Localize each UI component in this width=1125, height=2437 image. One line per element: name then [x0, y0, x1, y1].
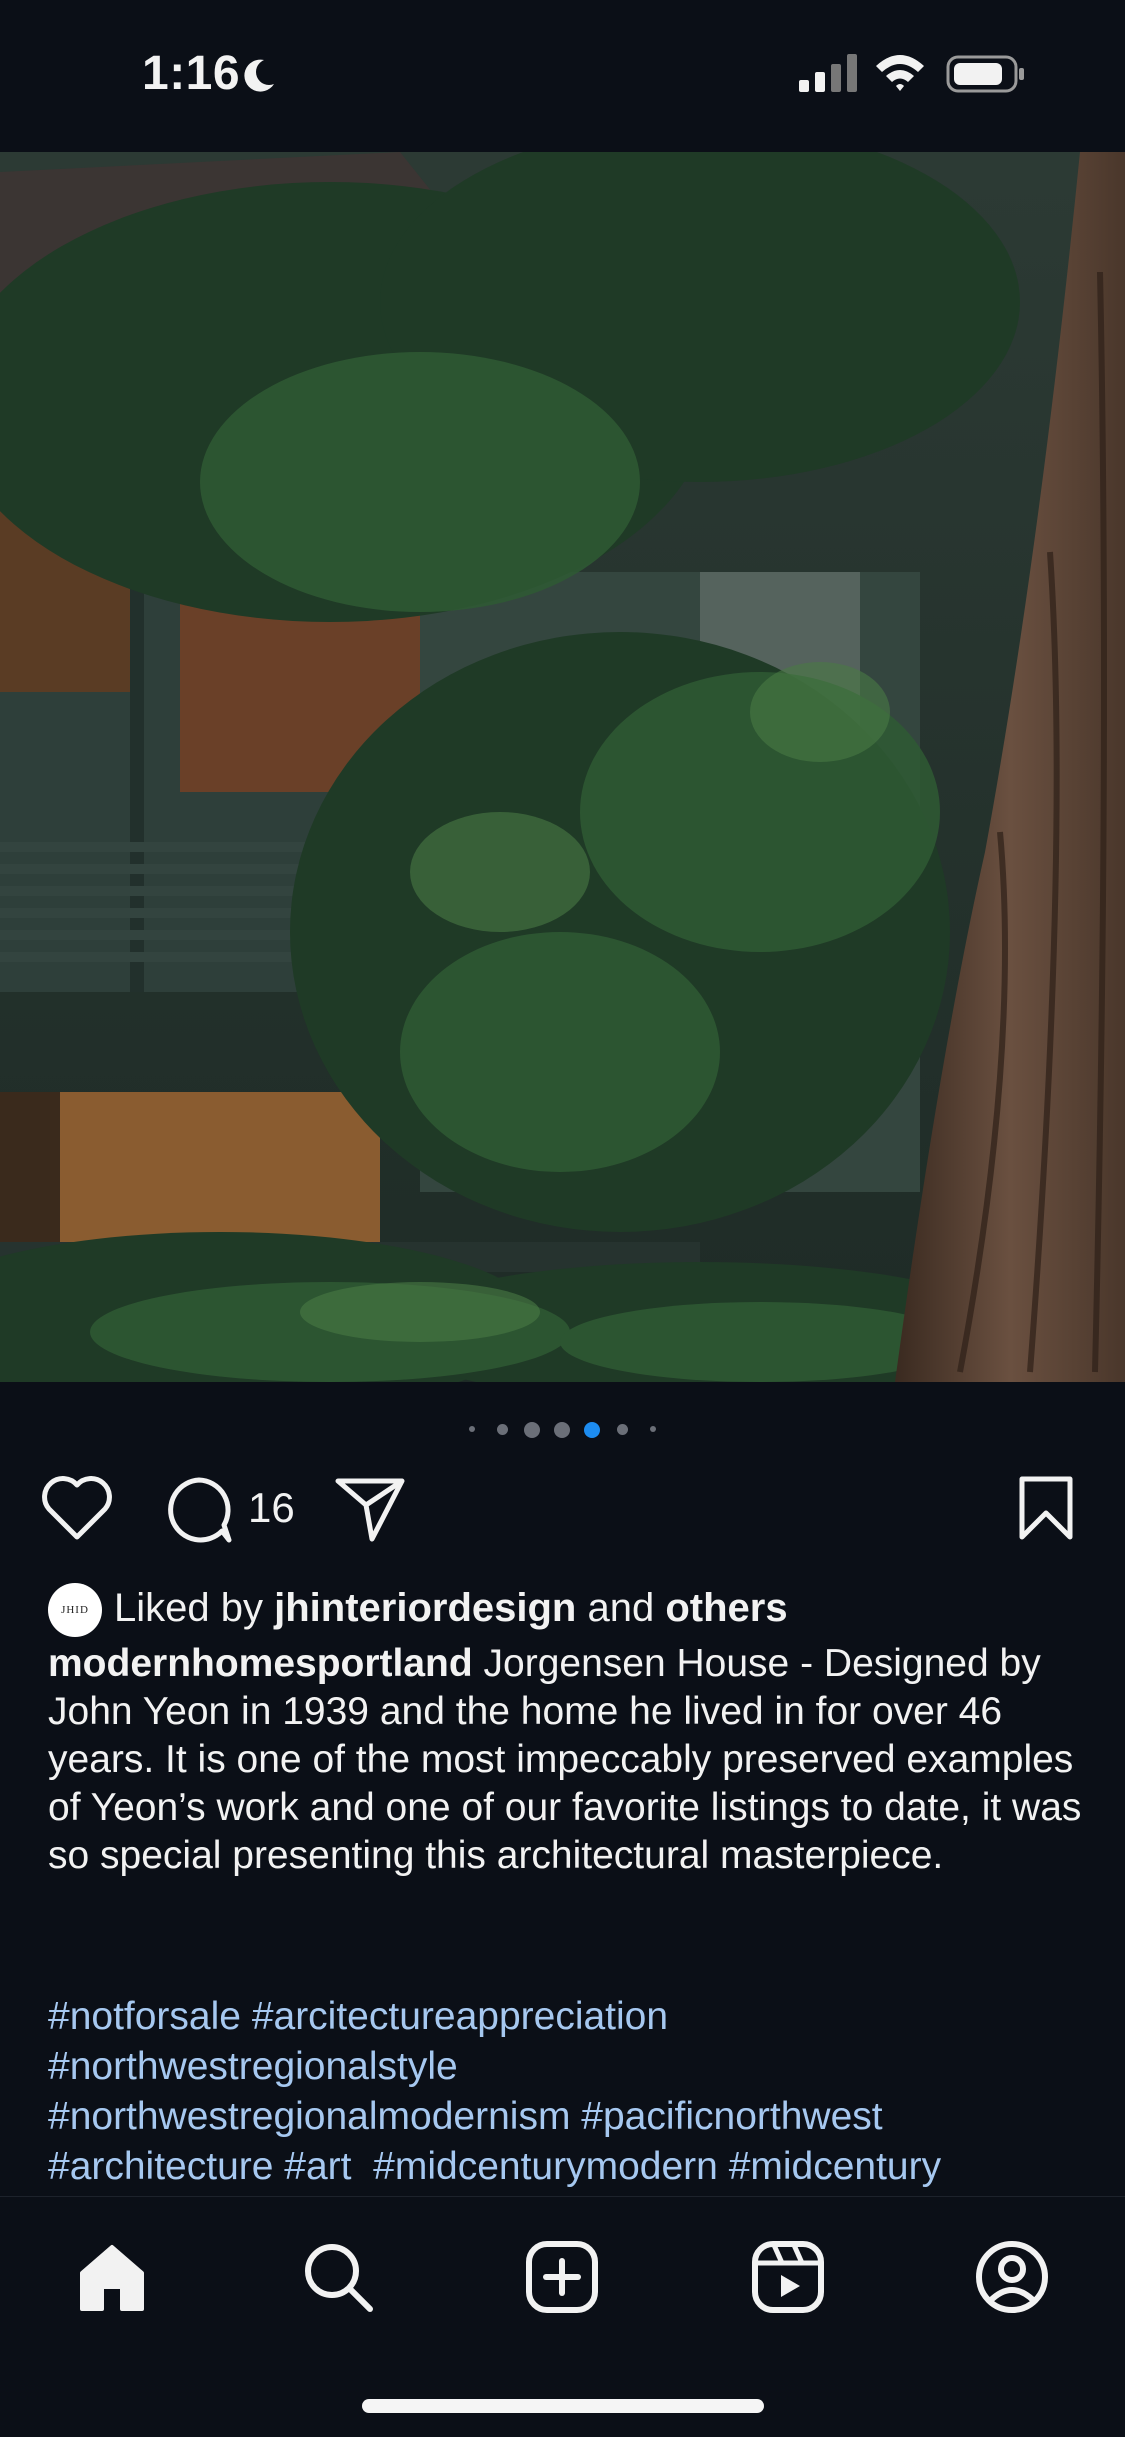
hashtag[interactable]: #midcenturymodern [373, 2145, 718, 2188]
hashtag[interactable]: #architecture [48, 2145, 273, 2188]
carousel-dot [469, 1426, 475, 1432]
carousel-dot-active [584, 1422, 600, 1438]
house-forest-image [0, 152, 1125, 1382]
profile-icon[interactable] [974, 2239, 1050, 2315]
status-bar: 1:16 [0, 0, 1125, 152]
liked-by-prefix: Liked by [114, 1586, 263, 1630]
search-icon[interactable] [300, 2239, 376, 2315]
create-icon[interactable] [524, 2239, 600, 2315]
reels-icon[interactable] [750, 2239, 826, 2315]
signal-icon [799, 54, 857, 92]
battery-icon [946, 55, 1024, 93]
hashtag[interactable]: #notforsale [48, 1995, 241, 2038]
bookmark-icon[interactable] [1018, 1475, 1074, 1541]
liked-by-others[interactable]: others [665, 1586, 787, 1630]
post-caption: modernhomesportland Jorgensen House - De… [48, 1640, 1088, 1880]
heart-icon[interactable] [40, 1475, 114, 1541]
carousel-dot [650, 1426, 656, 1432]
hashtag[interactable]: #pacificnorthwest [581, 2095, 882, 2138]
caption-username[interactable]: modernhomesportland [48, 1642, 473, 1685]
wifi-icon [876, 55, 924, 91]
hashtag[interactable]: #arcitectureappreciation [252, 1995, 668, 2038]
hashtag-list: #notforsale #arcitectureappreciation #no… [48, 1992, 1108, 2192]
status-time: 1:16 [142, 47, 241, 100]
liked-by-text[interactable]: Liked by jhinteriordesign and others [114, 1586, 788, 1631]
carousel-dot [524, 1422, 540, 1438]
hashtag[interactable]: #midcentury [729, 2145, 941, 2188]
post-photo[interactable] [0, 152, 1125, 1382]
home-icon[interactable] [74, 2239, 150, 2315]
liked-by-conj: and [587, 1586, 655, 1630]
comment-icon[interactable] [164, 1475, 234, 1545]
comment-count[interactable]: 16 [248, 1484, 295, 1532]
carousel-dot [497, 1424, 508, 1435]
share-icon[interactable] [334, 1475, 406, 1543]
carousel-indicator [0, 1420, 1125, 1440]
home-indicator[interactable] [362, 2399, 764, 2413]
hashtag[interactable]: #art [284, 2145, 351, 2188]
hashtag[interactable]: #northwestregionalstyle [48, 2045, 458, 2088]
liked-by-user[interactable]: jhinteriordesign [274, 1586, 576, 1630]
moon-icon [244, 59, 274, 92]
liked-by-avatar[interactable]: JHID [48, 1583, 102, 1637]
carousel-dot [554, 1422, 570, 1438]
carousel-dot [617, 1424, 628, 1435]
hashtag[interactable]: #northwestregionalmodernism [48, 2095, 570, 2138]
